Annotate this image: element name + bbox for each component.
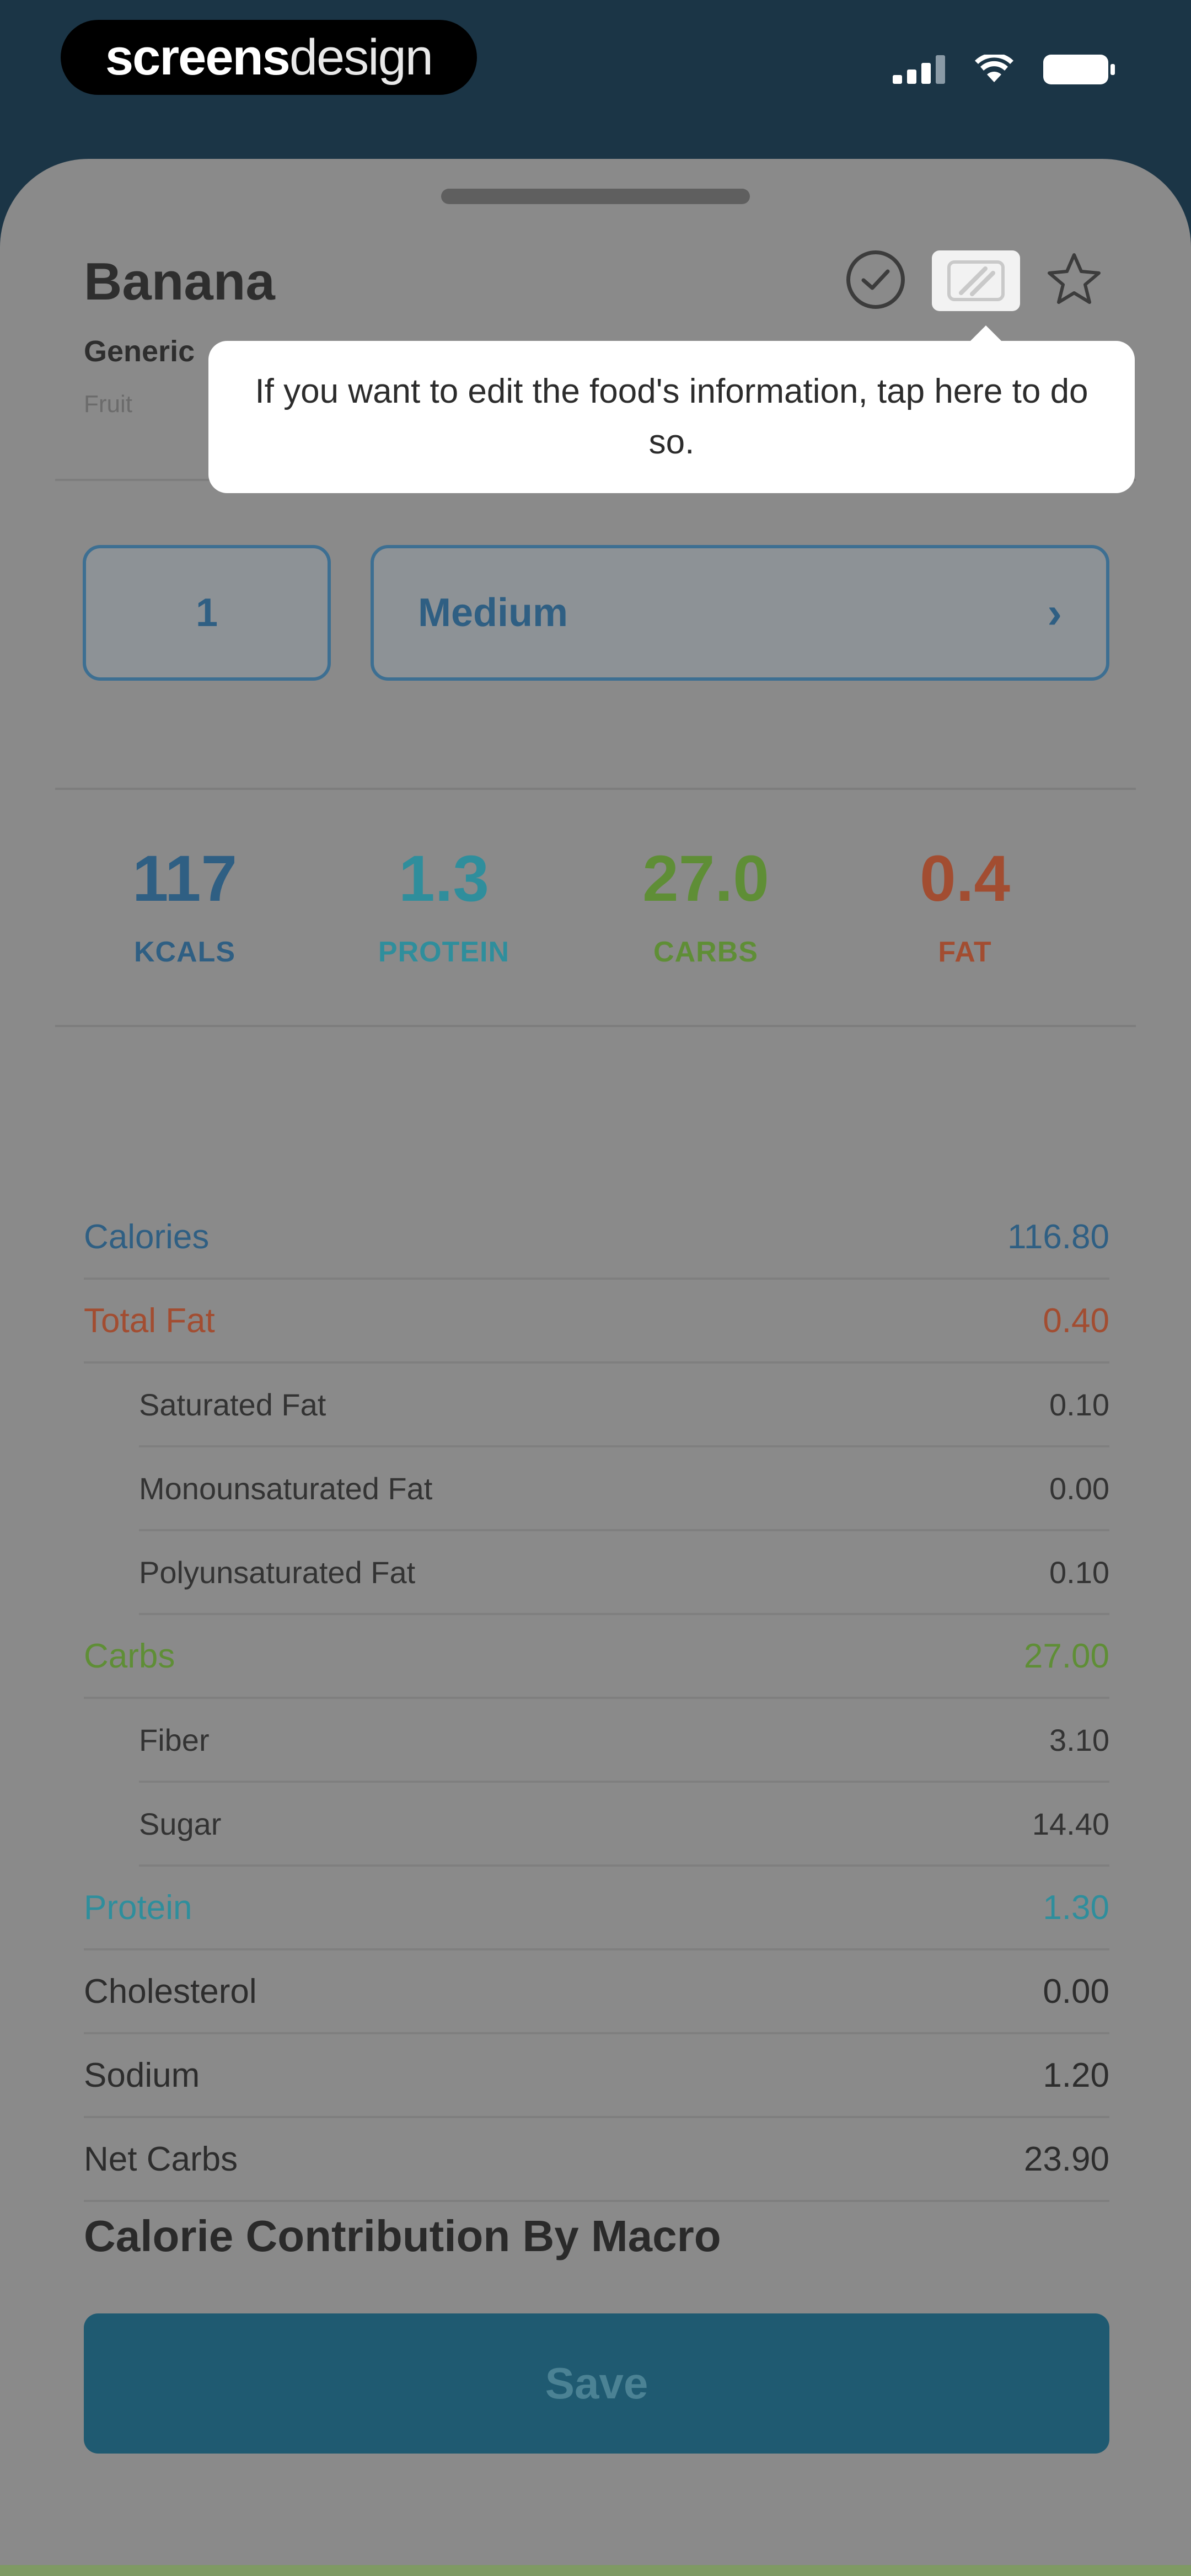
nutrition-row-total-fat: Total Fat 0.40 [84, 1280, 1109, 1364]
serving-divider [55, 788, 1136, 790]
nutrition-value: 1.30 [1043, 1888, 1109, 1927]
nutrition-label: Protein [84, 1888, 192, 1927]
nutrition-row-fiber: Fiber 3.10 [139, 1699, 1109, 1783]
nutrition-row-saturated-fat: Saturated Fat 0.10 [139, 1364, 1109, 1447]
nutrition-row-polyunsaturated-fat: Polyunsaturated Fat 0.10 [139, 1531, 1109, 1615]
nutrition-label: Total Fat [84, 1301, 215, 1340]
macro-label: FAT [938, 936, 992, 968]
nutrition-label: Net Carbs [84, 2140, 238, 2178]
nutrition-row-protein: Protein 1.30 [84, 1867, 1109, 1950]
nutrition-row-sodium: Sodium 1.20 [84, 2034, 1109, 2118]
macro-kcals: 117 KCALS [55, 843, 314, 969]
nutrition-label: Sodium [84, 2056, 200, 2094]
battery-icon [1043, 55, 1115, 84]
bottom-accent-bar [0, 2565, 1191, 2576]
brand-logo-light: design [289, 29, 433, 85]
quantity-input[interactable]: 1 [83, 545, 331, 681]
macro-protein: 1.3 PROTEIN [314, 843, 573, 969]
nutrition-value: 0.10 [1049, 1387, 1109, 1422]
nutrition-value: 0.10 [1049, 1554, 1109, 1590]
nutrition-value: 116.80 [1007, 1217, 1109, 1256]
macro-value: 27.0 [642, 842, 769, 915]
nutrition-row-cholesterol: Cholesterol 0.00 [84, 1950, 1109, 2034]
brand-logo-bold: screens [105, 29, 291, 85]
star-icon[interactable] [1045, 250, 1103, 309]
check-icon[interactable] [846, 250, 905, 309]
food-detail-sheet: Banana Generic Fruit If you want to edit… [0, 159, 1191, 2576]
nutrition-row-calories: Calories 116.80 [84, 1196, 1109, 1280]
food-category: Fruit [84, 391, 132, 418]
macro-divider [55, 1025, 1136, 1027]
nutrition-value: 1.20 [1043, 2056, 1109, 2094]
calorie-contribution-title: Calorie Contribution By Macro [84, 2211, 721, 2260]
cellular-signal-icon [893, 55, 945, 84]
nutrition-label: Saturated Fat [139, 1387, 326, 1422]
nutrition-label: Sugar [139, 1806, 222, 1841]
nutrition-value: 14.40 [1032, 1806, 1109, 1841]
status-bar: screens design [0, 0, 1191, 154]
serving-unit-select[interactable]: Medium › [371, 545, 1109, 681]
macro-label: PROTEIN [378, 936, 510, 968]
status-icons [893, 47, 1115, 92]
macro-carbs: 27.0 CARBS [576, 843, 835, 969]
edit-icon[interactable] [932, 250, 1020, 311]
nutrition-row-sugar: Sugar 14.40 [139, 1783, 1109, 1867]
nutrition-value: 3.10 [1049, 1722, 1109, 1757]
save-button[interactable]: Save [84, 2313, 1109, 2454]
nutrition-label: Fiber [139, 1722, 210, 1757]
nutrition-value: 0.40 [1043, 1301, 1109, 1340]
nutrition-label: Calories [84, 1217, 210, 1256]
nutrition-row-carbs: Carbs 27.00 [84, 1615, 1109, 1699]
macro-value: 1.3 [398, 842, 490, 915]
nutrition-value: 0.00 [1049, 1471, 1109, 1506]
edit-tooltip[interactable]: If you want to edit the food's informati… [208, 325, 1135, 493]
nutrition-label: Polyunsaturated Fat [139, 1554, 416, 1590]
macro-label: KCALS [133, 936, 236, 968]
brand-logo: screens design [61, 20, 477, 95]
app-frame: screens design Banana Generic Fruit If y… [0, 0, 1191, 2576]
chevron-right-icon: › [1047, 588, 1062, 637]
macro-value: 0.4 [919, 842, 1011, 915]
food-brand: Generic [84, 335, 195, 368]
nutrition-value: 0.00 [1043, 1972, 1109, 2011]
nutrition-label: Cholesterol [84, 1972, 257, 2011]
macro-value: 117 [132, 842, 238, 915]
serving-unit-label: Medium [418, 591, 568, 635]
nutrition-row-net-carbs: Net Carbs 23.90 [84, 2118, 1109, 2202]
wifi-icon [975, 55, 1013, 82]
macro-summary: 117 KCALS 1.3 PROTEIN 27.0 CARBS 0.4 FAT [55, 843, 1136, 1008]
macro-fat: 0.4 FAT [835, 843, 1095, 969]
nutrition-label: Carbs [84, 1637, 175, 1675]
nutrition-table: Calories 116.80 Total Fat 0.40 Saturated F… [84, 1196, 1109, 2202]
nutrition-value: 27.00 [1023, 1637, 1109, 1675]
nutrition-label: Monounsaturated Fat [139, 1471, 433, 1506]
macro-label: CARBS [653, 936, 758, 968]
food-name: Banana [84, 252, 275, 311]
sheet-drag-handle[interactable] [441, 189, 750, 204]
nutrition-value: 23.90 [1023, 2140, 1109, 2178]
nutrition-row-monounsaturated-fat: Monounsaturated Fat 0.00 [139, 1447, 1109, 1531]
